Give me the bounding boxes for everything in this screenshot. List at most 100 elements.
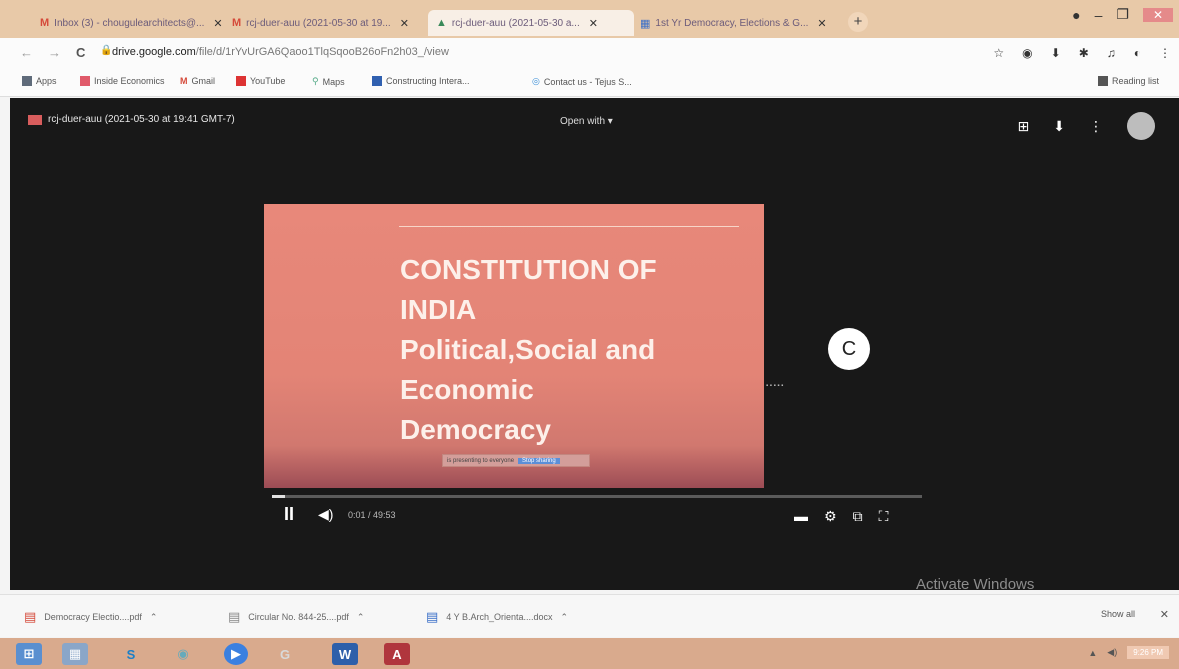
drive-video-viewer: rcj-duer-auu (2021-05-30 at 19:41 GMT-7)… <box>10 98 1179 593</box>
bookmark-label: Inside Economics <box>94 76 165 86</box>
bookmark-label: Maps <box>322 76 345 87</box>
bookmark-inside-economics[interactable]: Inside Economics <box>80 76 165 86</box>
show-all-button[interactable]: Show all <box>1101 609 1135 619</box>
globe-icon: ◎ <box>532 76 540 86</box>
apps-icon <box>22 76 32 86</box>
presenter-avatar: C <box>828 328 870 370</box>
reading-list-label: Reading list <box>1112 76 1160 86</box>
tab-title: Inbox (3) - chougulearchitects@... <box>54 17 205 29</box>
chrome-icon[interactable]: G <box>272 643 298 665</box>
video-progress-bar[interactable] <box>272 495 922 498</box>
add-comment-icon[interactable]: ⊞ <box>1018 118 1030 135</box>
bookmark-icon <box>80 76 90 86</box>
video-frame-slide[interactable]: CONSTITUTION OF INDIA Political,Social a… <box>264 204 764 488</box>
close-window-button[interactable]: ✕ <box>1142 7 1173 22</box>
star-icon[interactable]: ☆ <box>993 46 1004 60</box>
bookmark-icon <box>372 76 382 86</box>
clock[interactable]: 9:26 PM <box>1127 646 1169 659</box>
slide-rule <box>399 226 739 227</box>
captions-icon[interactable]: ▬ <box>794 508 808 525</box>
presenter-caption: ▪ ▪ ▪ ▪ ▪ <box>766 383 784 389</box>
close-icon[interactable]: ✕ <box>1160 608 1169 621</box>
extension-icons: ☆ ◉ ⬇ ✱ ♫ ◐ ⋮ <box>993 46 1171 60</box>
bookmark-constructing[interactable]: Constructing Intera... <box>372 76 470 86</box>
menu-icon[interactable]: ⋮ <box>1159 46 1171 60</box>
browser-icon[interactable]: ◉ <box>170 643 196 665</box>
profile-icon[interactable]: ◐ <box>1134 46 1141 60</box>
start-button[interactable]: ⊞ <box>16 643 42 665</box>
chevron-up-icon[interactable]: ⌃ <box>150 612 158 623</box>
slide-title-line: CONSTITUTION OF <box>400 254 657 285</box>
chevron-up-icon[interactable]: ⌃ <box>357 612 365 623</box>
file-title: rcj-duer-auu (2021-05-30 at 19:41 GMT-7) <box>28 114 235 125</box>
back-button[interactable]: ← <box>20 45 33 60</box>
tab-inbox[interactable]: M Inbox (3) - chougulearchitects@... ✕ <box>40 10 225 36</box>
open-with-button[interactable]: Open with ▾ <box>560 116 613 127</box>
video-time: 0:01 / 49:53 <box>348 510 396 520</box>
gmail-icon: M <box>40 17 50 29</box>
tab-strip: M Inbox (3) - chougulearchitects@... ✕ M… <box>0 0 1179 38</box>
activate-windows-watermark: Activate Windows <box>916 576 1035 593</box>
close-tab-icon[interactable]: ✕ <box>589 17 598 30</box>
url-field[interactable]: drive.google.com/file/d/1rYvUrGA6Qaoo1Tl… <box>112 46 449 58</box>
download-item[interactable]: ▤ 4 Y B.Arch_Orienta....docx ⌃ <box>426 609 568 625</box>
puzzle-icon[interactable]: ✱ <box>1079 46 1089 60</box>
close-tab-icon[interactable]: ✕ <box>213 17 222 30</box>
download-item[interactable]: ▤ Circular No. 844-25....pdf ⌃ <box>228 609 364 625</box>
bookmark-maps[interactable]: ⚲ Maps <box>312 76 345 87</box>
slide-title-line: Economic <box>400 374 534 405</box>
bookmark-apps[interactable]: Apps <box>22 76 57 86</box>
profile-icon[interactable]: ● <box>1072 7 1080 23</box>
maximize-button[interactable]: ❐ <box>1116 6 1129 23</box>
pdf-icon: ▤ <box>24 609 37 624</box>
word-icon[interactable]: W <box>332 643 358 665</box>
fullscreen-icon[interactable]: ⛶ <box>879 508 889 525</box>
zoom-icon[interactable]: ▶ <box>224 643 248 665</box>
player-right-controls: ▬ ⚙ ⧉ ⛶ <box>794 508 888 525</box>
bookmark-label: YouTube <box>250 76 286 86</box>
map-pin-icon: ⚲ <box>312 76 319 86</box>
more-options-icon[interactable]: ⋮ <box>1089 118 1103 135</box>
settings-icon[interactable]: ⚙ <box>824 508 837 525</box>
bookmark-label: Apps <box>36 76 57 86</box>
close-tab-icon[interactable]: ✕ <box>400 17 409 30</box>
window-controls: ● – ❐ ✕ <box>1072 6 1173 23</box>
minimize-button[interactable]: – <box>1095 7 1103 23</box>
download-icon[interactable]: ⬇ <box>1051 46 1061 60</box>
pause-button[interactable]: II <box>284 504 294 525</box>
address-bar: ← → C 🔒 drive.google.com/file/d/1rYvUrGA… <box>0 38 1179 68</box>
lock-icon[interactable]: 🔒 <box>100 45 112 56</box>
tab-drive-video[interactable]: ▲ rcj-duer-auu (2021-05-30 a... ✕ <box>428 10 634 36</box>
download-file-name: 4 Y B.Arch_Orienta....docx <box>446 612 553 622</box>
bookmark-contact[interactable]: ◎ Contact us - Tejus S... <box>532 76 632 87</box>
file-explorer-icon[interactable]: ▦ <box>62 643 88 665</box>
chevron-up-icon[interactable]: ⌃ <box>561 612 569 623</box>
avatar[interactable] <box>1127 112 1155 140</box>
reading-list-icon <box>1098 76 1108 86</box>
bookmark-youtube[interactable]: YouTube <box>236 76 285 86</box>
skype-icon[interactable]: S <box>118 643 144 665</box>
volume-icon[interactable]: ◀) <box>318 506 333 523</box>
docx-icon: ▤ <box>426 609 439 624</box>
close-tab-icon[interactable]: ✕ <box>817 17 826 30</box>
media-icon[interactable]: ♫ <box>1107 46 1116 60</box>
network-icon[interactable]: ▲ <box>1088 648 1097 658</box>
volume-icon[interactable]: ◀) <box>1107 647 1117 658</box>
new-tab-button[interactable]: + <box>848 12 868 32</box>
video-file-icon <box>28 114 42 125</box>
pdf-icon: ▤ <box>228 609 241 624</box>
tab-meeting-recording[interactable]: M rcj-duer-auu (2021-05-30 at 19... ✕ <box>232 10 422 36</box>
viewer-toolbar: ⊞ ⬇ ⋮ <box>1018 112 1155 140</box>
download-item[interactable]: ▤ Democracy Electio....pdf ⌃ <box>24 609 157 625</box>
picture-in-picture-icon[interactable]: ⧉ <box>853 508 863 525</box>
acrobat-icon[interactable]: A <box>384 643 410 665</box>
reload-button[interactable]: C <box>76 45 85 60</box>
download-icon[interactable]: ⬇ <box>1053 118 1065 135</box>
tab-democracy-doc[interactable]: ▦ 1st Yr Democracy, Elections & G... ✕ <box>640 10 838 36</box>
bookmark-gmail[interactable]: M Gmail <box>180 76 215 86</box>
bookmark-label: Gmail <box>191 76 216 86</box>
extension-icon[interactable]: ◉ <box>1022 46 1032 60</box>
reading-list-button[interactable]: Reading list <box>1098 76 1159 86</box>
stop-sharing-button: Stop sharing <box>518 457 560 464</box>
forward-button[interactable]: → <box>48 45 61 60</box>
